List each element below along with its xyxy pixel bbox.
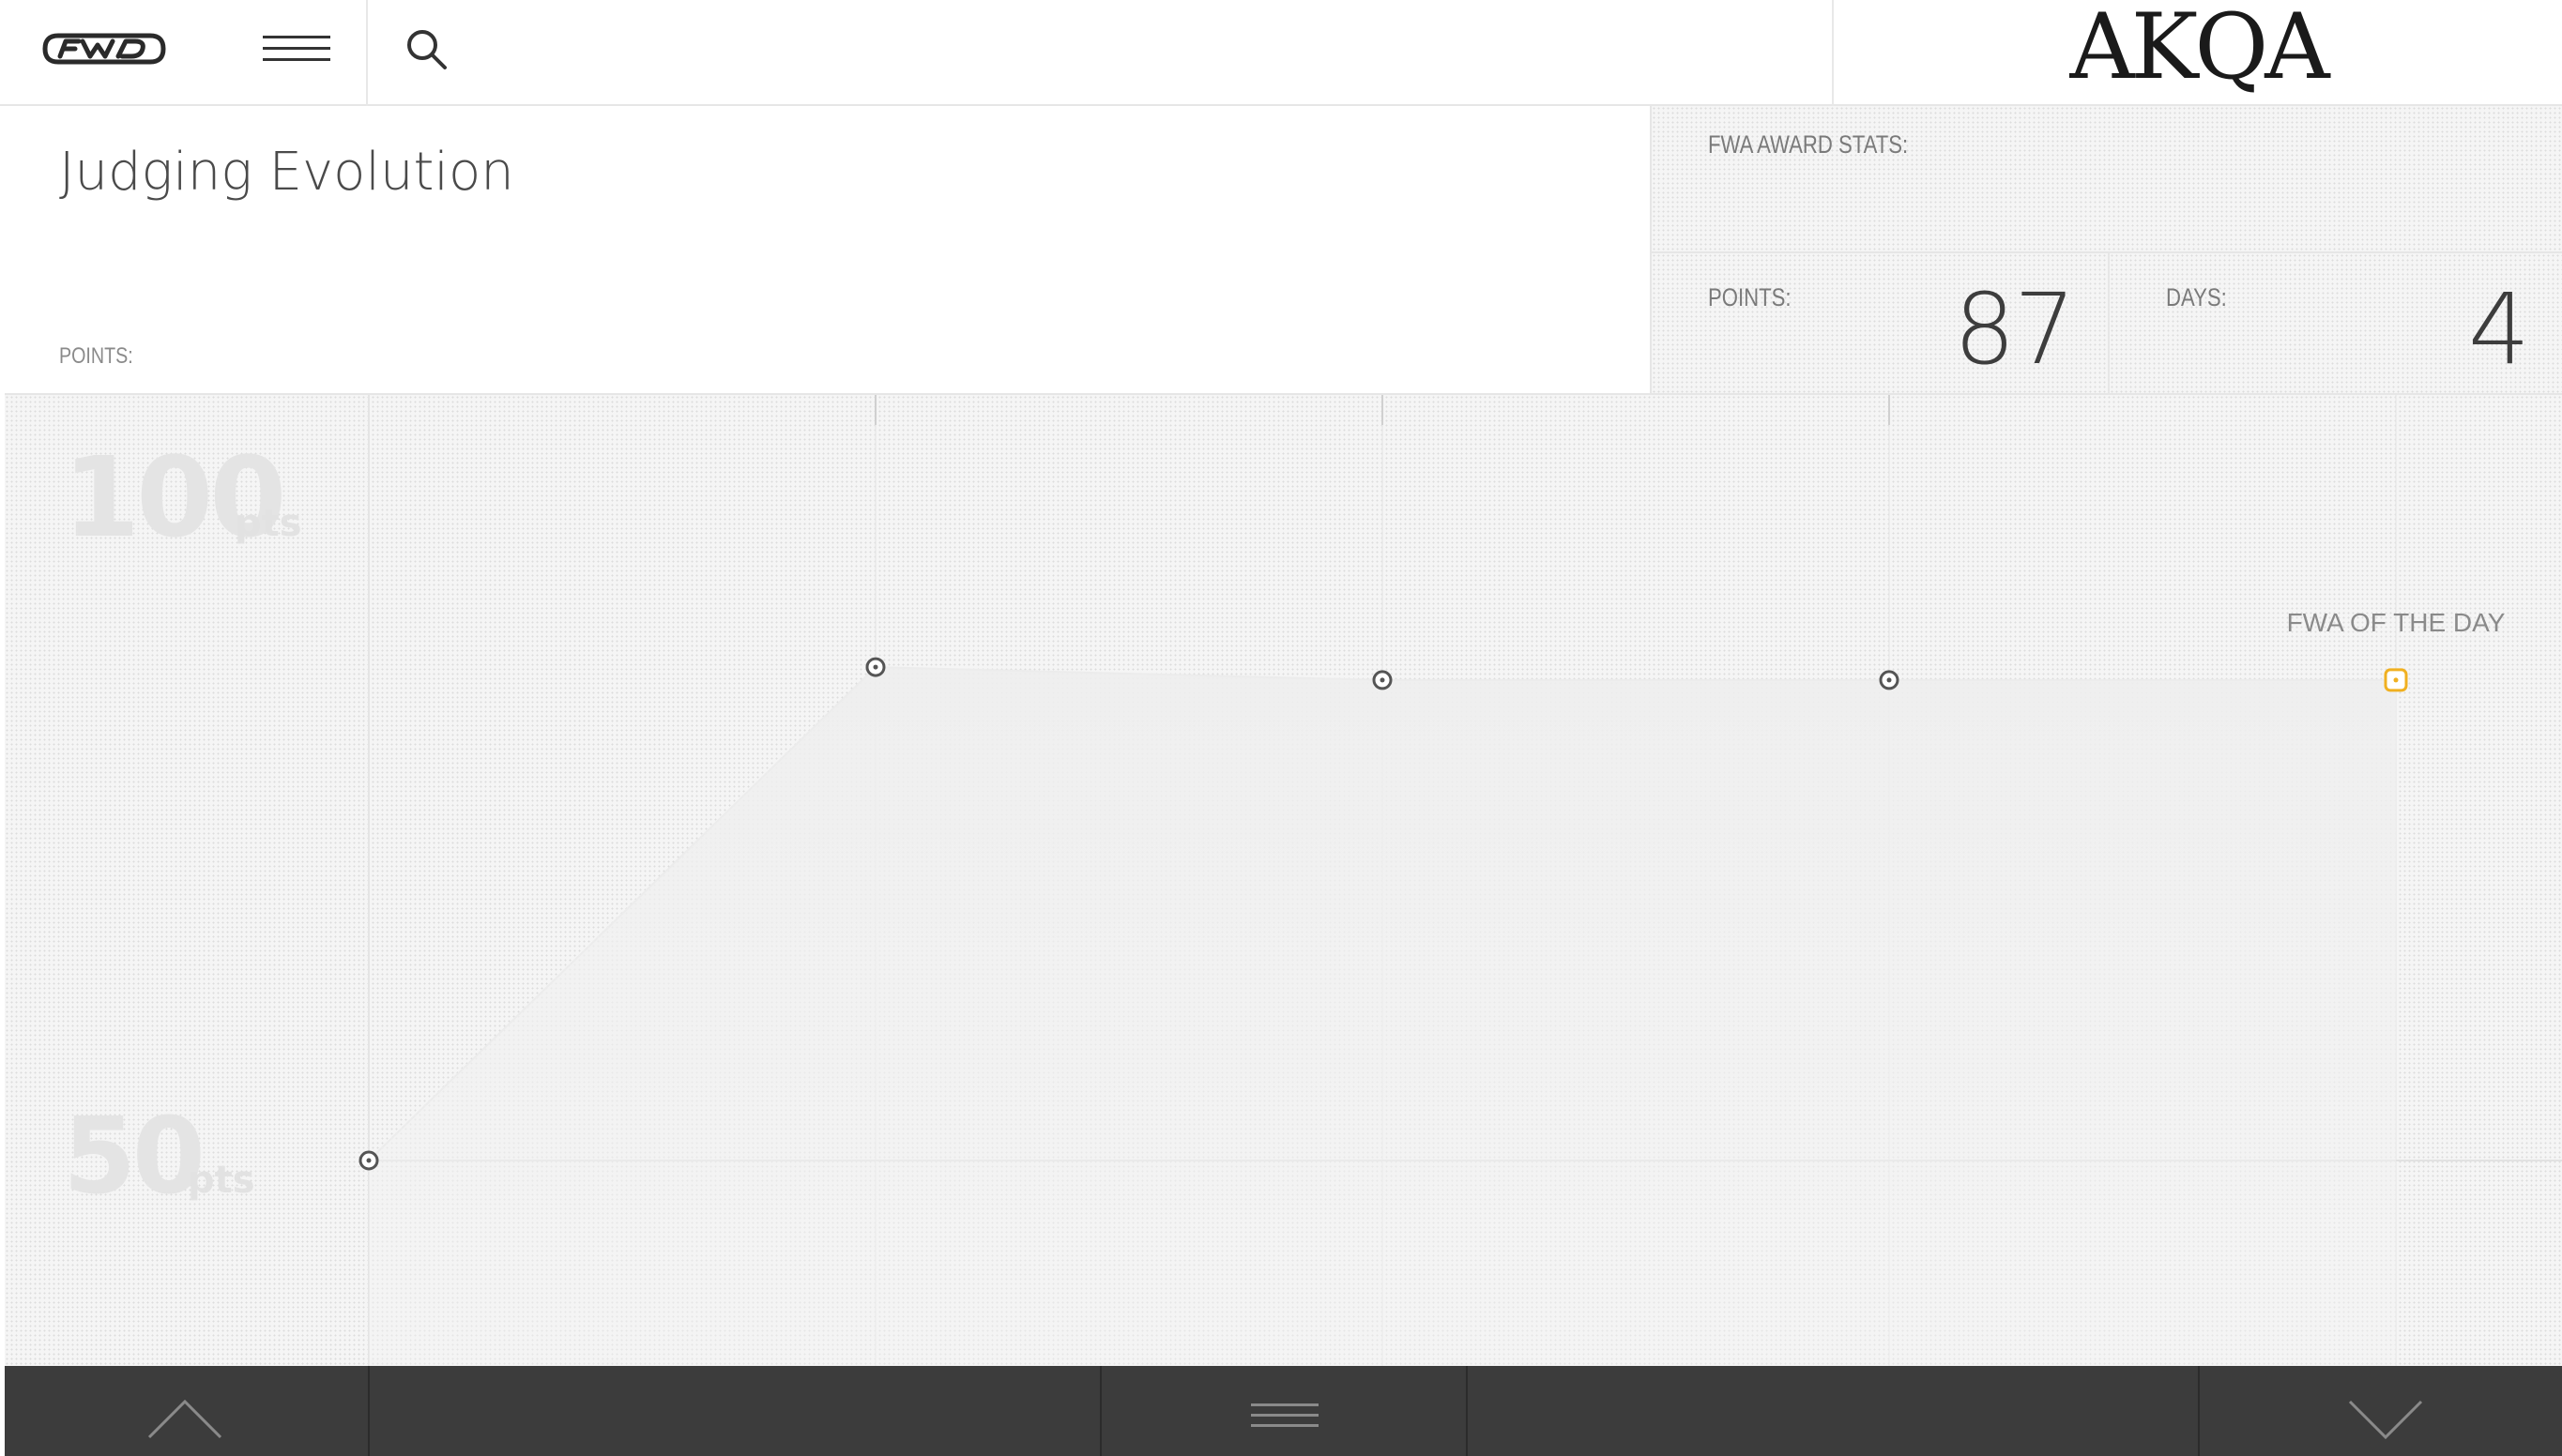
- bottom-nav: [5, 1366, 2562, 1456]
- search-icon[interactable]: [405, 28, 449, 71]
- y-tick-value: 50: [63, 1096, 202, 1218]
- hamburger-icon[interactable]: [263, 34, 330, 64]
- hamburger-icon[interactable]: [1251, 1402, 1319, 1430]
- award-stats-header: FWA AWARD STATS:: [1652, 106, 2562, 253]
- points-stat-value: 87: [1953, 272, 2076, 387]
- points-stat: POINTS: 87: [1652, 253, 2110, 395]
- days-stat: DAYS: 4: [2110, 253, 2562, 395]
- y-tick-unit: pts: [235, 502, 302, 545]
- marker-dot: [2393, 677, 2399, 683]
- days-stat-value: 4: [2467, 272, 2530, 387]
- score-area: [369, 667, 2396, 1366]
- chevron-up-icon[interactable]: [145, 1396, 224, 1441]
- points-stat-label: POINTS:: [1708, 283, 1792, 311]
- points-axis-label: POINTS:: [59, 343, 133, 369]
- page-title: Judging Evolution: [59, 142, 514, 203]
- y-tick-label: 100pts: [63, 432, 302, 562]
- data-point: [1372, 670, 1393, 690]
- marker-dot: [1380, 677, 1385, 683]
- data-point: [865, 657, 886, 677]
- days-stat-label: DAYS:: [2166, 283, 2227, 311]
- chevron-down-icon[interactable]: [2346, 1396, 2425, 1441]
- fwa-logo[interactable]: [39, 26, 169, 71]
- marker-dot: [1886, 677, 1892, 683]
- title-panel: Judging Evolution POINTS:: [5, 106, 1652, 395]
- search-bar[interactable]: [368, 0, 1832, 106]
- data-point: [1879, 670, 1899, 690]
- award-stats-heading: FWA AWARD STATS:: [1708, 130, 1909, 159]
- logo-cell: [0, 0, 368, 106]
- chart-svg: 100pts50pts FWA OF THE DAY: [63, 395, 2562, 1366]
- annotation-label: FWA OF THE DAY: [2287, 608, 2506, 637]
- data-point: [358, 1150, 379, 1171]
- highlight-marker: [2384, 668, 2408, 692]
- sponsor-logo[interactable]: AKQA: [1832, 0, 2562, 106]
- marker-dot: [366, 1158, 372, 1163]
- marker-dot: [873, 664, 878, 670]
- akqa-logo: AKQA: [2069, 0, 2329, 99]
- judging-chart: 100 pts 50 pts FWA OF THE DAY: [5, 395, 2562, 1366]
- y-tick-unit: pts: [188, 1159, 255, 1202]
- y-tick-label: 50pts: [63, 1096, 255, 1218]
